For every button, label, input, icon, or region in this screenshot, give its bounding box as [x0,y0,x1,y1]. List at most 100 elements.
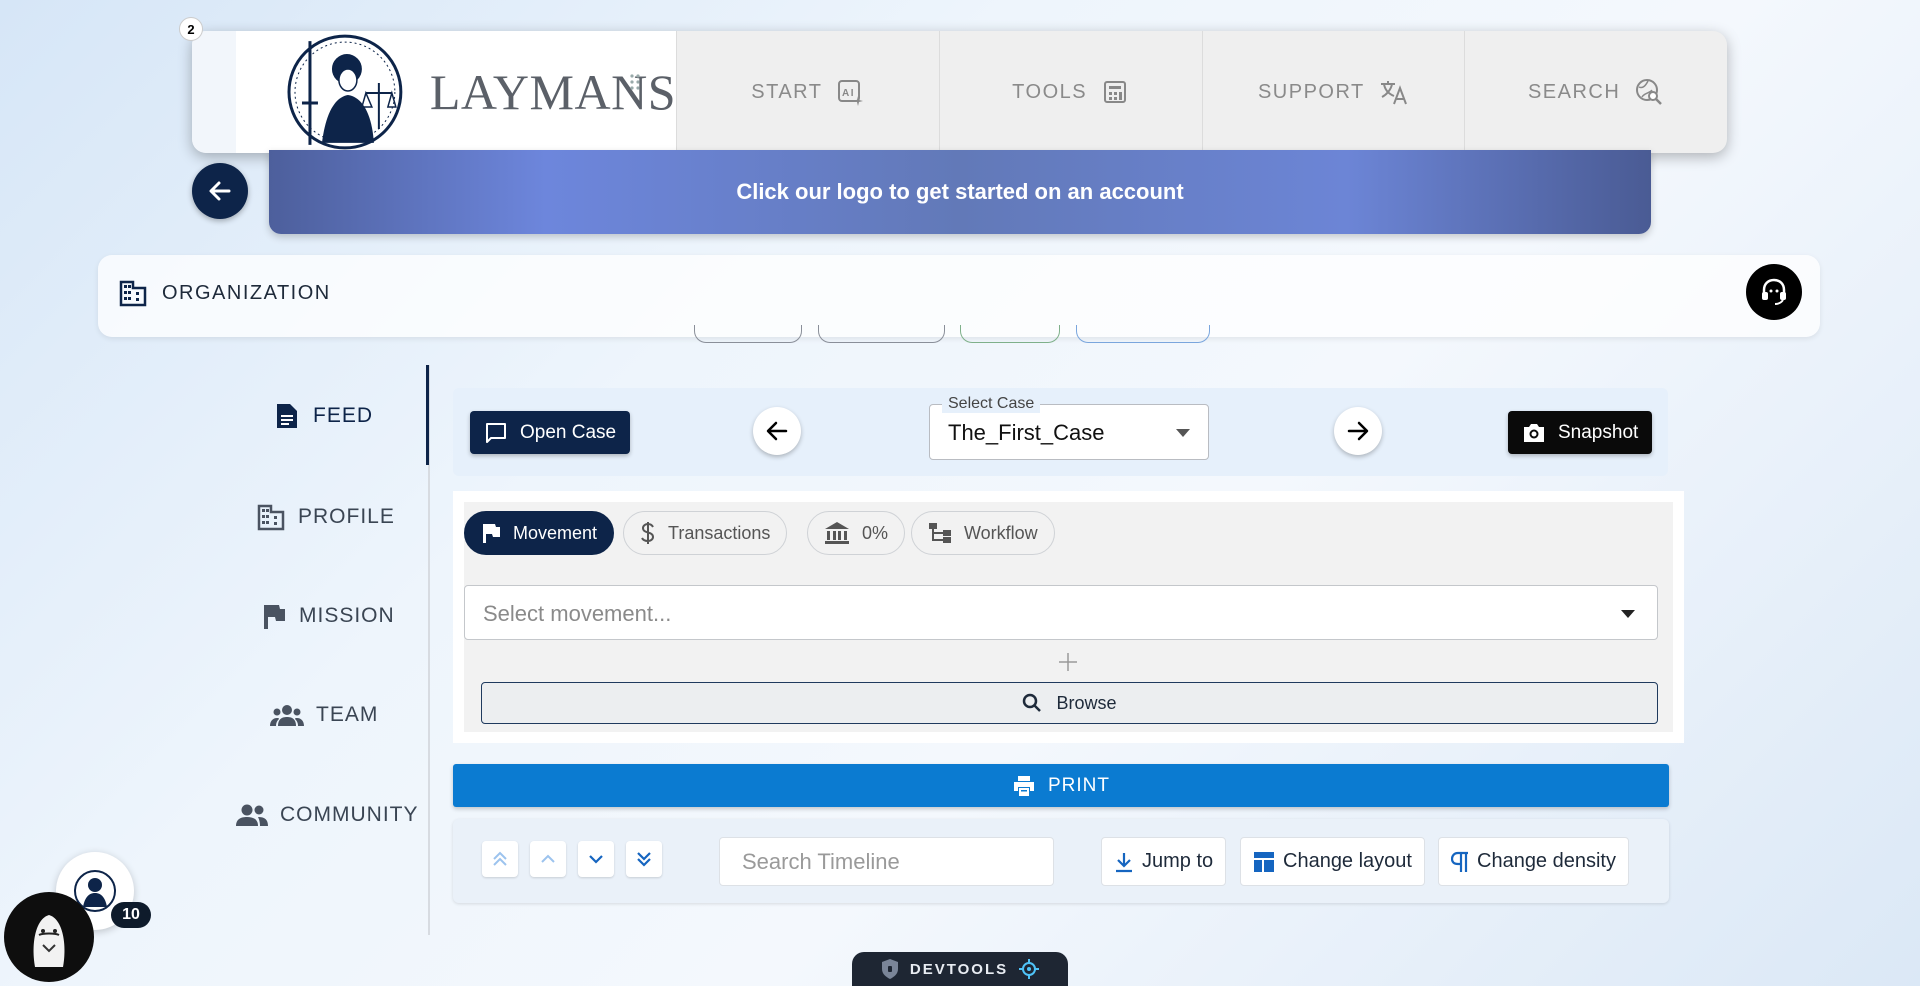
sidebar-item-label: MISSION [299,604,395,627]
change-layout-label: Change layout [1283,850,1412,872]
headset-icon [1762,278,1786,305]
sidebar-item-team[interactable]: TEAM [270,703,378,727]
justice-emblem-icon [287,34,403,150]
nav-support-label: SUPPORT [1257,80,1365,103]
caret-down-icon [1176,429,1190,437]
timeline-search-input[interactable]: Search Timeline [719,837,1054,886]
pilcrow-icon [1451,851,1468,872]
team-icon [270,705,304,726]
add-icon[interactable] [1056,650,1080,674]
print-label: PRINT [1048,774,1110,796]
brand-name: LAYMANS [429,64,676,120]
sidebar-active-indicator [426,365,429,465]
flag-icon [264,605,285,629]
tab-workflow-label: Workflow [964,522,1038,543]
peek-pill [960,325,1060,343]
double-chevron-down-icon [637,852,651,867]
back-button[interactable] [192,163,248,219]
banner-text: Click our logo to get started on an acco… [736,179,1184,204]
movement-placeholder: Select movement... [483,601,672,626]
search-globe-icon [1636,79,1663,105]
dollar-icon [641,522,655,544]
scroll-up-button[interactable] [530,841,566,877]
jump-to-button[interactable]: Jump to [1101,837,1227,886]
nav-tools[interactable]: TOOLS [938,31,1202,153]
tab-movement[interactable]: Movement [464,511,615,555]
snapshot-label: Snapshot [1558,421,1639,443]
tab-percent[interactable]: 0% [807,511,906,555]
brand-logo[interactable]: LAYMANS [236,31,676,153]
timeline-search-placeholder: Search Timeline [742,848,900,874]
devtools-tab[interactable]: DEVTOOLS [852,952,1068,986]
search-icon [1023,693,1042,712]
chevron-down-icon [589,855,603,864]
nav-search-label: SEARCH [1527,80,1621,103]
change-density-button[interactable]: Change density [1438,837,1629,886]
previous-case-button[interactable] [753,407,801,455]
printer-icon [1014,775,1034,796]
sidebar-item-label: TEAM [316,703,379,726]
svg-text:AI: AI [842,88,855,99]
print-button[interactable]: PRINT [453,764,1669,807]
movement-select[interactable]: Select movement... [464,585,1658,640]
next-case-button[interactable] [1334,407,1382,455]
workflow-icon [929,523,951,543]
get-started-banner: Click our logo to get started on an acco… [269,150,1651,234]
nav-tools-label: TOOLS [1012,80,1088,103]
scroll-bottom-button[interactable] [626,841,662,877]
crosshair-icon [1019,959,1040,979]
sidebar-item-label: FEED [313,404,374,427]
select-case-dropdown[interactable]: Select Case The_First_Case [929,395,1209,460]
tab-percent-label: 0% [862,522,889,543]
drag-handle-icon[interactable] [630,73,640,91]
nav-support[interactable]: SUPPORT [1201,31,1465,153]
sidebar-item-label: COMMUNITY [280,803,419,826]
translate-icon [1380,81,1407,105]
sidebar-item-profile[interactable]: PROFILE [256,502,395,532]
tab-workflow[interactable]: Workflow [911,511,1055,555]
caret-down-icon [1621,610,1635,618]
organization-label: ORGANIZATION [162,281,331,304]
sidebar-item-community[interactable]: COMMUNITY [236,803,419,827]
tab-transactions[interactable]: Transactions [623,511,788,555]
browse-label: Browse [1056,692,1117,713]
double-chevron-up-icon [493,851,507,866]
arrow-left-icon [209,181,231,201]
open-case-button[interactable]: Open Case [470,411,631,454]
scroll-top-button[interactable] [482,841,518,877]
open-case-label: Open Case [520,421,617,443]
devtools-label: DEVTOOLS [909,960,1009,978]
peek-pill [694,325,802,343]
chat-bubble-icon [486,422,506,443]
building-icon [257,504,285,531]
building-icon [119,280,147,307]
nav-start-label: START [751,80,823,103]
document-icon [277,404,297,428]
community-icon [236,804,268,826]
nav-search[interactable]: SEARCH [1464,31,1727,153]
change-density-label: Change density [1477,850,1616,872]
support-agent-button[interactable] [1746,264,1802,320]
browse-button[interactable]: Browse [481,682,1658,724]
select-case-value: The_First_Case [948,420,1105,445]
sidebar-item-mission[interactable]: MISSION [261,602,395,630]
jump-to-label: Jump to [1142,850,1214,872]
organization-title: ORGANIZATION [118,278,331,308]
flag-icon [483,524,500,543]
arrow-left-icon [766,421,788,441]
nav-left-pad [192,31,236,153]
layout-icon [1254,851,1274,872]
scroll-down-button[interactable] [578,841,614,877]
peek-pill [818,325,945,343]
snapshot-button[interactable]: Snapshot [1508,411,1653,454]
download-arrow-icon [1116,852,1132,872]
user-avatar[interactable] [4,892,94,982]
nav-start[interactable]: START AI [676,31,939,153]
tab-transactions-label: Transactions [668,522,771,543]
shield-icon [881,959,898,979]
change-layout-button[interactable]: Change layout [1240,837,1425,886]
tab-movement-label: Movement [513,522,598,543]
sidebar-item-feed[interactable]: FEED [273,402,373,430]
sidebar-item-label: PROFILE [298,505,395,528]
user-character-icon [33,915,65,967]
